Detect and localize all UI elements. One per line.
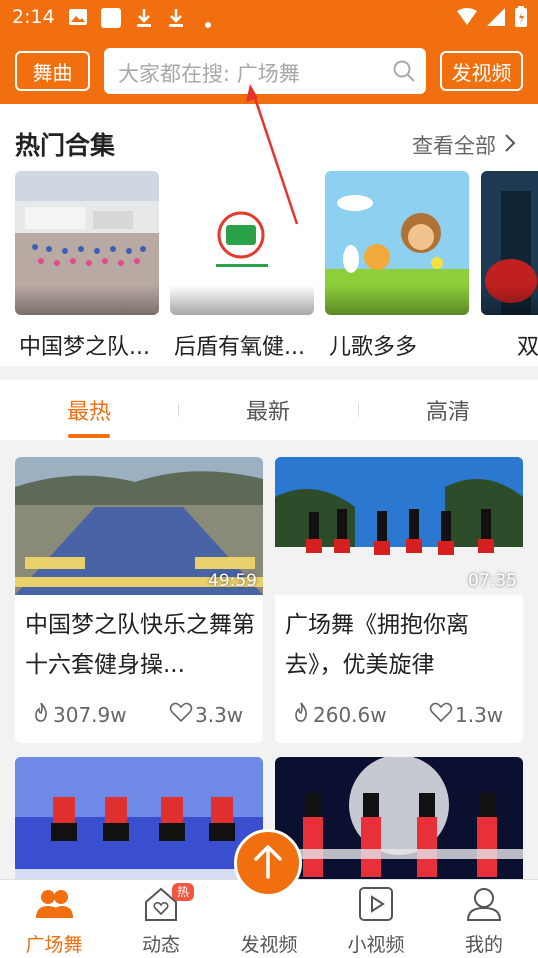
hot-badge: 热 (172, 883, 194, 901)
video-duration: 07:35 (468, 571, 517, 591)
dot-icon (204, 14, 212, 33)
heart-icon (429, 701, 453, 728)
flame-icon (31, 701, 51, 728)
video-thumbnail: 07:35 (275, 457, 523, 595)
wifi-icon (456, 8, 478, 30)
signal-icon (486, 7, 506, 31)
video-card[interactable]: 49:59 中国梦之队快乐之舞第十六套健身操... 307.9w 3.3w (15, 457, 263, 743)
like-count[interactable]: 3.3w (169, 701, 243, 728)
play-count-value: 307.9w (53, 702, 127, 727)
tab-newest[interactable]: 最新 (198, 394, 338, 426)
status-bar: 2:14 (0, 0, 538, 36)
collection-thumbnail (15, 171, 159, 315)
upload-arrow-icon (251, 843, 285, 883)
status-right-icons (456, 6, 528, 32)
feed-tabs: 最热 最新 高清 (0, 380, 538, 440)
download-icon (166, 8, 186, 32)
collection-thumbnail (481, 171, 538, 315)
collection-item[interactable]: 后盾有氧健... (170, 171, 314, 361)
like-count[interactable]: 1.3w (429, 701, 503, 728)
collection-label: 双 (517, 335, 538, 360)
collection-label: 儿歌多多 (329, 335, 418, 360)
see-all-link[interactable]: 查看全部 (412, 130, 516, 160)
video-card[interactable]: 07:35 广场舞《拥抱你离去》，优美旋律 260.6w 1.3w (275, 457, 523, 743)
hot-collections-section: 热门合集 查看全部 中国梦之队... 后盾有氧健... 儿歌多多 双 (0, 104, 538, 366)
collection-item[interactable]: 双 (481, 171, 538, 361)
heart-icon (169, 701, 193, 728)
upload-button[interactable] (234, 829, 302, 897)
play-square-icon (356, 884, 396, 928)
video-thumbnail: 49:59 (15, 457, 263, 595)
tab-hd[interactable]: 高清 (378, 394, 518, 426)
video-duration: 49:59 (208, 571, 257, 591)
tab-divider (358, 403, 359, 417)
collection-label: 中国梦之队... (19, 335, 150, 360)
like-count-value: 1.3w (455, 702, 504, 727)
see-all-label: 查看全部 (412, 134, 496, 158)
section-title: 热门合集 (15, 131, 116, 160)
person-icon (464, 884, 504, 928)
play-count: 260.6w (291, 701, 387, 728)
collection-item[interactable]: 中国梦之队... (15, 171, 159, 361)
post-video-button[interactable]: 发视频 (440, 51, 523, 91)
nav-label: 小视频 (347, 934, 405, 956)
video-title: 中国梦之队快乐之舞第十六套健身操... (25, 612, 255, 678)
top-bar: 2:14 舞曲 大家都在搜: 广场舞 发视频 (0, 0, 538, 104)
play-count: 307.9w (31, 701, 127, 728)
collection-thumbnail (325, 171, 469, 315)
download-icon (134, 8, 154, 32)
battery-icon (514, 6, 528, 32)
search-placeholder: 大家都在搜: 广场舞 (118, 62, 300, 86)
nav-label: 动态 (141, 934, 180, 956)
app-icon (100, 8, 122, 32)
collection-item[interactable]: 儿歌多多 (325, 171, 469, 361)
tab-active-indicator (68, 434, 110, 438)
video-card[interactable] (15, 757, 263, 887)
flame-icon (291, 701, 311, 728)
tab-divider (178, 403, 179, 417)
collection-thumbnail (170, 171, 314, 315)
status-time: 2:14 (12, 6, 55, 28)
search-icon[interactable] (392, 59, 416, 87)
nav-label: 发视频 (240, 934, 298, 956)
image-icon (68, 8, 88, 30)
nav-label: 我的 (464, 934, 503, 956)
collection-label: 后盾有氧健... (174, 335, 305, 360)
video-thumbnail (275, 757, 523, 887)
users-icon (34, 884, 74, 928)
like-count-value: 3.3w (195, 702, 244, 727)
chevron-right-icon (504, 133, 516, 158)
dance-music-button[interactable]: 舞曲 (15, 51, 90, 91)
search-input[interactable]: 大家都在搜: 广场舞 (104, 48, 426, 94)
play-count-value: 260.6w (313, 702, 387, 727)
video-title: 广场舞《拥抱你离去》，优美旋律 (285, 612, 469, 678)
video-card[interactable] (275, 757, 523, 887)
nav-label: 广场舞 (25, 934, 83, 956)
tab-hottest[interactable]: 最热 (19, 394, 159, 426)
video-thumbnail (15, 757, 263, 887)
